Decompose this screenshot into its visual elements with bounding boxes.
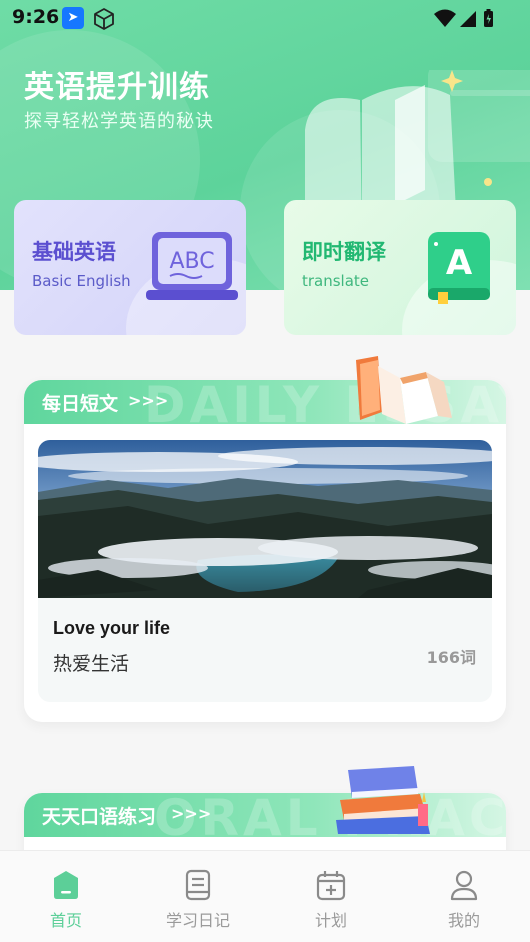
status-indicators — [434, 9, 493, 27]
hero-subtitle: 探寻轻松学英语的秘诀 — [24, 111, 214, 132]
home-icon — [54, 871, 78, 899]
tab-plan-label: 计划 — [314, 911, 347, 930]
translate-card[interactable]: 即时翻译 translate A — [284, 200, 516, 335]
basic-english-title: 基础英语 — [32, 240, 116, 264]
tab-diary[interactable]: 学习日记 — [132, 851, 264, 942]
diary-icon — [185, 869, 211, 901]
mountain-fog-photo — [38, 440, 492, 598]
tab-profile[interactable]: 我的 — [398, 851, 530, 942]
tab-home-label: 首页 — [49, 911, 82, 930]
article-title-zh: 热爱生活 — [53, 653, 130, 675]
daily-essay-title: 每日短文 — [42, 393, 119, 415]
open-books-illustration — [356, 356, 452, 424]
status-time: 9:26 — [12, 6, 60, 28]
tab-home[interactable]: 首页 — [0, 851, 132, 942]
daily-essay-section: DAILY ESSAY 每日短文 >>> Love your life 热爱生活… — [24, 380, 506, 722]
signal-icon — [460, 11, 476, 27]
status-bar: 9:26 ➤ — [0, 0, 530, 36]
cube-icon — [94, 8, 114, 30]
article-title-en: Love your life — [53, 618, 171, 638]
app-notification-icon: ➤ — [62, 7, 84, 29]
svg-text:ABC: ABC — [169, 249, 214, 274]
bottom-tab-bar: 首页 学习日记 计划 我的 — [0, 850, 530, 942]
letter-a-book-icon: A — [428, 232, 490, 304]
more-arrows: >>> — [171, 804, 212, 823]
translate-title: 即时翻译 — [302, 240, 386, 264]
basic-english-subtitle: Basic English — [32, 272, 131, 290]
tab-diary-label: 学习日记 — [165, 911, 230, 930]
more-arrows: >>> — [128, 391, 169, 410]
hero-title: 英语提升训练 — [24, 70, 210, 105]
tab-profile-label: 我的 — [447, 911, 480, 930]
tab-plan[interactable]: 计划 — [265, 851, 397, 942]
article-word-count: 166词 — [426, 648, 476, 667]
profile-icon — [450, 870, 478, 901]
calendar-plan-icon — [316, 871, 346, 901]
svg-text:A: A — [446, 243, 473, 283]
oral-practice-title: 天天口语练习 — [42, 806, 157, 828]
translate-subtitle: translate — [302, 272, 370, 290]
basic-english-card[interactable]: 基础英语 Basic English ABC — [14, 200, 246, 335]
abc-laptop-icon: ABC — [146, 232, 238, 300]
wifi-icon — [434, 9, 456, 27]
book-stack-illustration — [336, 766, 430, 834]
article-card[interactable]: Love your life 热爱生活 166词 — [38, 440, 492, 702]
